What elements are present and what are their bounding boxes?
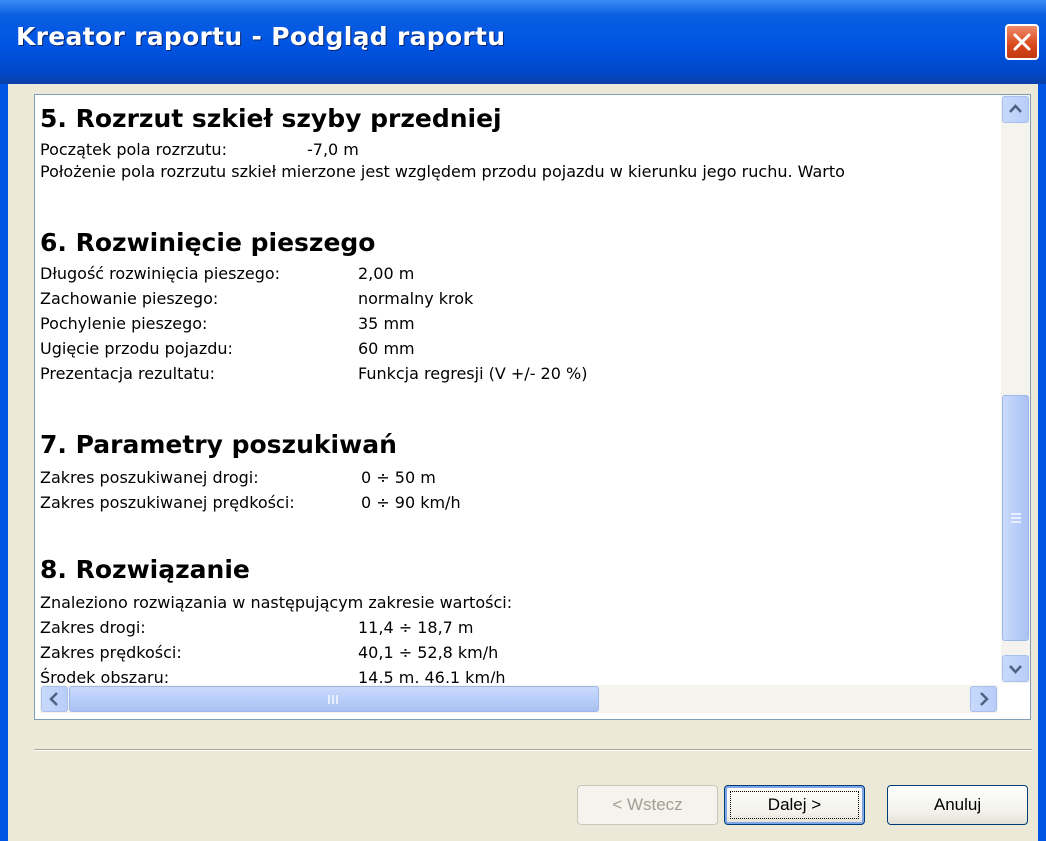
cancel-button-label: Anuluj — [933, 795, 982, 814]
report-row: Zakres drogi: 11,4 ÷ 18,7 m — [40, 617, 998, 639]
row-value: 60 mm — [358, 339, 415, 358]
window-frame-left — [0, 84, 8, 841]
row-value: Funkcja regresji (V +/- 20 %) — [358, 364, 588, 383]
thumb-grip — [332, 695, 334, 704]
row-label: Zakres poszukiwanej prędkości: — [40, 493, 295, 512]
cancel-button[interactable]: Anuluj — [887, 785, 1028, 825]
row-label: Zakres poszukiwanej drogi: — [40, 468, 259, 487]
section-title: 8. Rozwiązanie — [40, 555, 250, 584]
arrow-right-icon — [980, 692, 989, 706]
close-icon — [1013, 33, 1031, 51]
arrow-up-icon — [1009, 104, 1022, 113]
thumb-grip — [1011, 521, 1021, 523]
report-row: Długość rozwinięcia pieszego: 2,00 m — [40, 263, 998, 285]
close-button[interactable] — [1005, 24, 1039, 60]
back-button[interactable]: < Wstecz — [577, 785, 718, 825]
report-row: Zakres poszukiwanej prędkości: 0 ÷ 90 km… — [40, 492, 998, 514]
report-row: Prezentacja rezultatu: Funkcja regresji … — [40, 363, 998, 385]
back-button-label: < Wstecz — [612, 795, 683, 814]
section-intro: Znaleziono rozwiązania w następującym za… — [40, 593, 513, 612]
next-button-label: Dalej > — [767, 795, 822, 814]
scroll-down-button[interactable] — [1002, 655, 1029, 682]
window-frame-right — [1038, 84, 1046, 841]
vertical-scrollbar[interactable] — [1001, 95, 1030, 683]
report-row: Ugięcie przodu pojazdu: 60 mm — [40, 338, 998, 360]
row-value: 0 ÷ 90 km/h — [361, 493, 461, 512]
row-label: Zachowanie pieszego: — [40, 289, 219, 308]
horizontal-scrollbar[interactable] — [40, 685, 998, 713]
title-bar[interactable]: Kreator raportu - Podgląd raportu — [0, 0, 1046, 84]
report-row: Środek obszaru: 14,5 m, 46,1 km/h — [40, 667, 998, 683]
report-content: 5. Rozrzut szkieł szyby przedniej Począt… — [40, 95, 998, 683]
row-value: 11,4 ÷ 18,7 m — [358, 618, 474, 637]
row-label: Zakres prędkości: — [40, 643, 182, 662]
row-value: 2,00 m — [358, 264, 415, 283]
separator-line — [34, 749, 1032, 751]
thumb-grip — [328, 695, 330, 704]
window-title: Kreator raportu - Podgląd raportu — [16, 22, 506, 51]
scroll-left-button[interactable] — [41, 686, 68, 712]
report-row: Zakres prędkości: 40,1 ÷ 52,8 km/h — [40, 642, 998, 664]
report-row: Początek pola rozrzutu: -7,0 m — [40, 139, 998, 161]
row-label: Pochylenie pieszego: — [40, 314, 208, 333]
arrow-down-icon — [1009, 665, 1022, 674]
thumb-grip — [1011, 513, 1021, 515]
row-label: Zakres drogi: — [40, 618, 146, 637]
row-label: Początek pola rozrzutu: — [40, 140, 227, 159]
section-title: 6. Rozwinięcie pieszego — [40, 228, 376, 257]
report-row: Pochylenie pieszego: 35 mm — [40, 313, 998, 335]
scroll-up-button[interactable] — [1002, 96, 1029, 123]
next-button[interactable]: Dalej > — [724, 785, 865, 825]
horizontal-scroll-thumb[interactable] — [69, 686, 599, 712]
row-value: 40,1 ÷ 52,8 km/h — [358, 643, 499, 662]
section-title: 7. Parametry poszukiwań — [40, 430, 397, 459]
row-value: normalny krok — [358, 289, 474, 308]
row-value: -7,0 m — [307, 140, 359, 159]
row-label: Prezentacja rezultatu: — [40, 364, 215, 383]
row-value: 0 ÷ 50 m — [361, 468, 436, 487]
report-row: Zakres poszukiwanej drogi: 0 ÷ 50 m — [40, 467, 998, 489]
row-label: Ugięcie przodu pojazdu: — [40, 339, 233, 358]
report-wizard-window: Kreator raportu - Podgląd raportu 5. Roz… — [0, 0, 1046, 841]
thumb-grip — [336, 695, 338, 704]
section-note: Położenie pola rozrzutu szkieł mierzone … — [40, 162, 845, 181]
scroll-right-button[interactable] — [970, 686, 997, 712]
section-title: 5. Rozrzut szkieł szyby przedniej — [40, 104, 502, 133]
arrow-left-icon — [49, 692, 58, 706]
report-preview: 5. Rozrzut szkieł szyby przedniej Począt… — [34, 94, 1031, 720]
row-value: 14,5 m, 46,1 km/h — [358, 668, 506, 683]
vertical-scroll-thumb[interactable] — [1002, 395, 1029, 641]
row-label: Długość rozwinięcia pieszego: — [40, 264, 281, 283]
row-value: 35 mm — [358, 314, 415, 333]
report-row: Zachowanie pieszego: normalny krok — [40, 288, 998, 310]
row-label: Środek obszaru: — [40, 668, 170, 683]
thumb-grip — [1011, 517, 1021, 519]
